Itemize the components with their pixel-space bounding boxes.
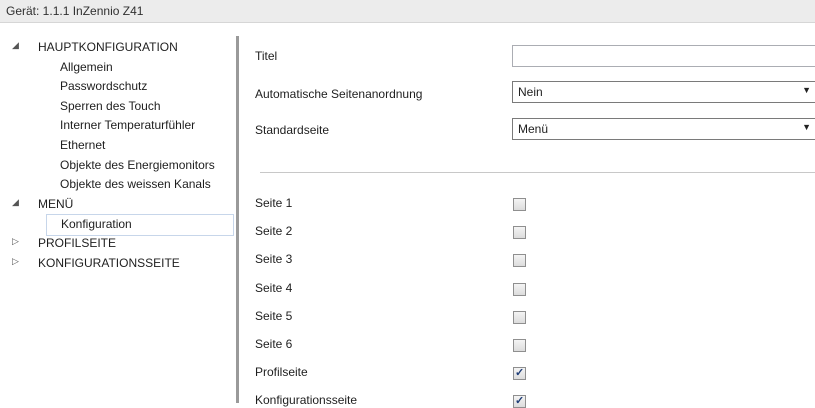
- tree-item[interactable]: ▷ KONFIGURATIONSSEITE: [0, 254, 236, 274]
- page-label: Seite 4: [255, 280, 293, 295]
- page-checkbox[interactable]: ✓: [513, 395, 526, 408]
- tree-item-label: MENÜ: [38, 196, 74, 211]
- chevron-down-icon: ▼: [802, 85, 811, 95]
- tree-item-label: KONFIGURATIONSSEITE: [38, 255, 180, 270]
- collapse-arrow-icon[interactable]: ◢: [12, 40, 19, 51]
- tree-item[interactable]: Interner Temperaturfühler: [0, 116, 236, 136]
- tree-item-label: HAUPTKONFIGURATION: [38, 40, 178, 54]
- page-label: Seite 2: [255, 224, 293, 239]
- page-label: Seite 3: [255, 252, 293, 267]
- title-input[interactable]: [512, 45, 815, 67]
- tree-item[interactable]: Objekte des weissen Kanals: [0, 175, 236, 195]
- tree-item-label: PROFILSEITE: [38, 236, 117, 250]
- tree-item[interactable]: Objekte des Energiemonitors: [0, 156, 236, 176]
- page-label: Seite 5: [255, 308, 293, 323]
- default-page-select[interactable]: Menü ▼: [512, 118, 815, 140]
- checkmark-icon: ✓: [515, 395, 525, 408]
- tree-item-label: Konfiguration: [61, 217, 132, 232]
- default-page-label: Standardseite: [255, 123, 330, 137]
- tree-item[interactable]: ▷ PROFILSEITE: [0, 234, 236, 254]
- page-label: Seite 1: [255, 196, 293, 210]
- page-checkbox[interactable]: [513, 310, 526, 324]
- default-page-value: Menü: [518, 122, 549, 136]
- device-header: Gerät: 1.1.1 InZennio Z41: [0, 0, 815, 23]
- expand-arrow-icon[interactable]: ▷: [12, 236, 19, 247]
- page-checkbox[interactable]: [513, 339, 526, 352]
- tree-item-label: Sperren des Touch: [60, 98, 161, 113]
- tree-item-label: Ethernet: [60, 138, 106, 152]
- tree-item[interactable]: ◢ MENÜ: [0, 195, 236, 215]
- checkmark-icon: ✓: [515, 367, 525, 380]
- title-label: Titel: [255, 49, 278, 63]
- section-divider: [260, 172, 815, 173]
- device-title: Gerät: 1.1.1 InZennio Z41: [6, 4, 144, 18]
- tree-item[interactable]: ◢ HAUPTKONFIGURATION: [0, 38, 236, 58]
- chevron-down-icon: ▼: [802, 122, 811, 132]
- tree-item[interactable]: Passwordschutz: [0, 77, 236, 97]
- tree-item-label: Objekte des Energiemonitors: [60, 157, 215, 172]
- auto-arrangement-select[interactable]: Nein ▼: [512, 81, 815, 103]
- tree-item[interactable]: Allgemein: [0, 58, 236, 78]
- tree-item[interactable]: Ethernet: [0, 136, 236, 156]
- page-checkbox[interactable]: [513, 198, 526, 211]
- page-checkbox[interactable]: [513, 226, 526, 240]
- expand-arrow-icon[interactable]: ▷: [12, 256, 19, 267]
- tree-item[interactable]: Sperren des Touch: [0, 97, 236, 117]
- tree-item-label: Interner Temperaturfühler: [60, 118, 196, 133]
- page-label: Konfigurationsseite: [255, 393, 358, 408]
- tree-item-label: Passwordschutz: [60, 79, 148, 94]
- page-checkbox[interactable]: [513, 254, 526, 268]
- page-label: Profilseite: [255, 365, 308, 380]
- tree-item-label: Objekte des weissen Kanals: [60, 177, 211, 192]
- page-checkbox[interactable]: [513, 282, 526, 296]
- page-label: Seite 6: [255, 337, 293, 351]
- page-checkbox[interactable]: ✓: [513, 367, 526, 381]
- collapse-arrow-icon[interactable]: ◢: [12, 197, 19, 208]
- pane-splitter[interactable]: [236, 36, 239, 403]
- auto-arrangement-value: Nein: [518, 85, 543, 99]
- tree-item-label: Allgemein: [60, 59, 113, 74]
- auto-arrangement-label: Automatische Seitenanordnung: [255, 87, 423, 101]
